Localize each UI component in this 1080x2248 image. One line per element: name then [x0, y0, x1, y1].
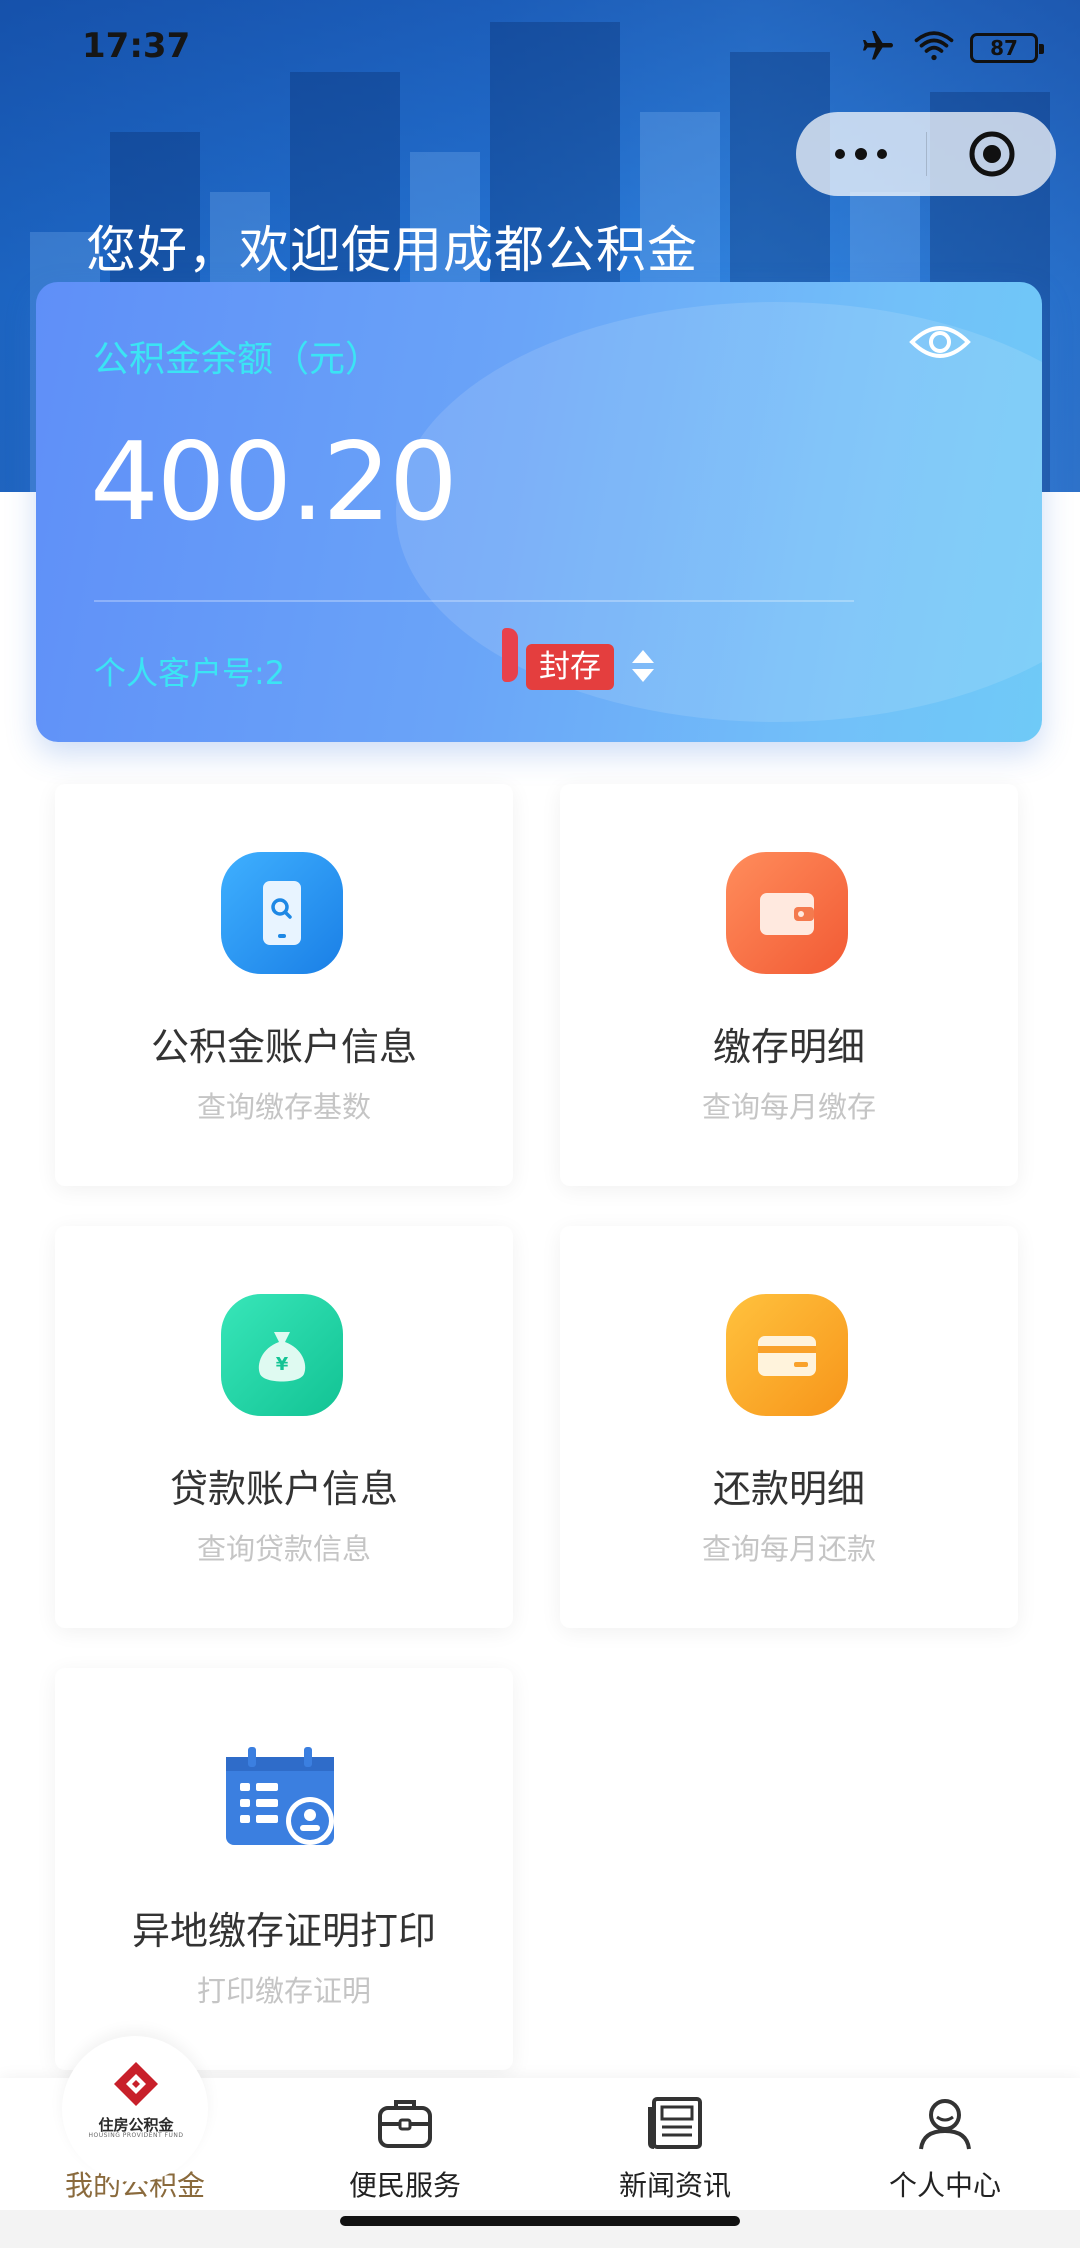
card-icon	[726, 1294, 848, 1416]
tab-label: 便民服务	[348, 2169, 461, 2202]
svg-text:¥: ¥	[276, 1354, 289, 1375]
close-miniprogram-button[interactable]	[927, 112, 1056, 196]
tab-personal-center[interactable]: 个人中心	[810, 2078, 1080, 2210]
tile-title: 异地缴存证明打印	[131, 1909, 436, 1953]
tab-news[interactable]: 新闻资讯	[540, 2078, 810, 2210]
housing-fund-logo-icon	[114, 2062, 158, 2106]
user-icon	[912, 2090, 978, 2156]
tile-title: 缴存明细	[712, 1025, 865, 1069]
home-indicator[interactable]	[340, 2216, 740, 2226]
tile-subtitle: 查询每月还款	[701, 1532, 876, 1566]
wallet-icon	[726, 852, 848, 974]
phone-search-icon	[221, 852, 343, 974]
housing-fund-logo: 住房公积金 HOUSING PROVIDENT FUND	[66, 2058, 206, 2139]
balance-label: 公积金余额（元）	[93, 339, 382, 380]
target-circle-icon	[969, 131, 1014, 177]
tile-title: 还款明细	[712, 1467, 865, 1511]
status-badge[interactable]: 封存	[526, 644, 614, 690]
tile-certificate-print[interactable]: 异地缴存证明打印 打印缴存证明	[55, 1668, 513, 2070]
eye-icon[interactable]	[908, 320, 972, 364]
tile-deposit-details[interactable]: 缴存明细 查询每月缴存	[560, 784, 1018, 1186]
battery-indicator: 87	[970, 33, 1044, 63]
balance-card: 公积金余额（元） 400.20 个人客户号:2 封存	[36, 282, 1042, 742]
tab-label: 新闻资讯	[618, 2169, 731, 2202]
logo-subtext: HOUSING PROVIDENT FUND	[88, 2132, 184, 2139]
switch-account-icon[interactable]	[630, 648, 656, 684]
tile-subtitle: 查询缴存基数	[196, 1090, 371, 1124]
account-number: 个人客户号:2	[94, 654, 286, 692]
greeting-text: 您好，欢迎使用成都公积金	[86, 221, 698, 279]
tile-subtitle: 打印缴存证明	[196, 1974, 371, 2008]
newspaper-icon	[642, 2090, 708, 2156]
more-dots-icon	[835, 148, 887, 160]
tile-subtitle: 查询贷款信息	[196, 1532, 371, 1566]
tab-label: 个人中心	[888, 2169, 1001, 2202]
card-divider	[94, 600, 854, 602]
tile-title: 公积金账户信息	[150, 1025, 417, 1069]
money-bag-icon: ¥	[221, 1294, 343, 1416]
tile-loan-info[interactable]: ¥ 贷款账户信息 查询贷款信息	[55, 1226, 513, 1628]
calendar-certificate-icon	[221, 1736, 343, 1858]
tile-repayment-details[interactable]: 还款明细 查询每月还款	[560, 1226, 1018, 1628]
more-menu-button[interactable]	[796, 112, 926, 196]
card-decoration	[396, 302, 1042, 722]
tab-convenience-services[interactable]: 便民服务	[270, 2078, 540, 2210]
status-time: 17:37	[82, 26, 191, 66]
briefcase-icon	[372, 2090, 438, 2156]
tile-title: 贷款账户信息	[169, 1467, 398, 1511]
status-bar: 17:37 87	[0, 0, 1080, 96]
miniprogram-capsule[interactable]	[796, 112, 1056, 196]
status-flag-marker	[502, 628, 518, 682]
balance-amount: 400.20	[90, 420, 458, 545]
airplane-mode-icon	[858, 28, 898, 68]
tile-subtitle: 查询每月缴存	[701, 1090, 876, 1124]
status-icons: 87	[858, 28, 1044, 68]
tile-account-info[interactable]: 公积金账户信息 查询缴存基数	[55, 784, 513, 1186]
wifi-icon	[914, 29, 954, 67]
